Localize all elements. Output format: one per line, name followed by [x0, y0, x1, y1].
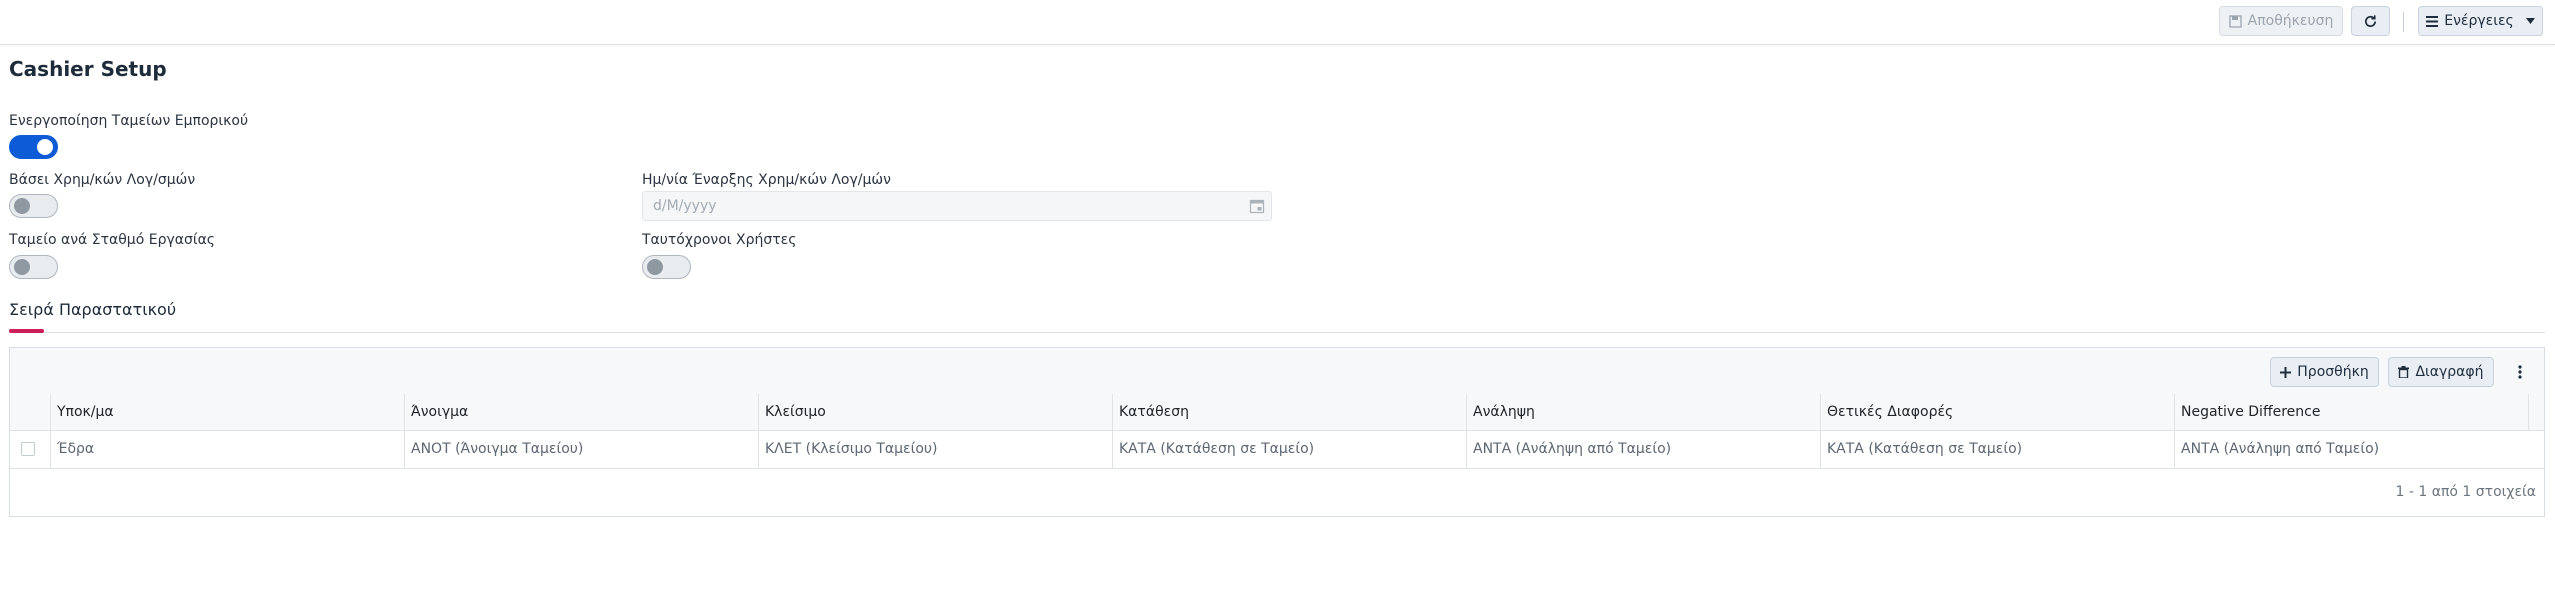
- toggle-knob: [14, 198, 30, 214]
- column-header-positive-diff[interactable]: Θετικές Διαφορές: [1820, 394, 2174, 430]
- grid-toolbar: Προσθήκη Διαγραφή: [10, 348, 2544, 395]
- refresh-button[interactable]: [2351, 6, 2390, 36]
- save-button[interactable]: Αποθήκευση: [2219, 6, 2343, 36]
- enable-cashiers-toggle[interactable]: [9, 135, 58, 159]
- enable-cashiers-label: Ενεργοποίηση Ταμείων Εμπορικού: [9, 113, 249, 129]
- column-header-opening[interactable]: Άνοιγμα: [404, 394, 758, 430]
- row-checkbox[interactable]: [21, 442, 35, 456]
- plus-icon: [2280, 366, 2292, 378]
- document-series-grid: Προσθήκη Διαγραφή Υποκ/μα Άνοιγμα Κλείσι…: [9, 347, 2545, 517]
- column-header-deposit[interactable]: Κατάθεση: [1112, 394, 1466, 430]
- delete-row-label: Διαγραφή: [2415, 364, 2484, 380]
- table-row[interactable]: Έδρα ΑΝΟΤ (Άνοιγμα Ταμείου) ΚΛΕΤ (Κλείσι…: [10, 430, 2544, 469]
- start-date-input[interactable]: d/M/yyyy: [642, 191, 1272, 221]
- menu-icon: [2426, 15, 2439, 27]
- tab-document-series[interactable]: Σειρά Παραστατικού: [9, 300, 176, 319]
- save-icon: [2229, 14, 2242, 28]
- financial-years-toggle[interactable]: [9, 194, 58, 218]
- header-scroll-gap: [2528, 394, 2544, 430]
- start-date-label: Ημ/νία Έναρξης Χρημ/κών Λογ/μών: [642, 172, 891, 188]
- column-header-closing[interactable]: Κλείσιμο: [758, 394, 1112, 430]
- save-button-label: Αποθήκευση: [2247, 13, 2334, 29]
- cell-withdrawal: ΑΝΤΑ (Ανάληψη από Ταμείο): [1466, 430, 1820, 468]
- actions-menu-label: Ενέργειες: [2444, 13, 2514, 29]
- column-header-withdrawal[interactable]: Ανάληψη: [1466, 394, 1820, 430]
- top-toolbar: Αποθήκευση Ενέργειες: [0, 0, 2555, 45]
- delete-row-button[interactable]: Διαγραφή: [2388, 357, 2494, 387]
- caret-down-icon: [2525, 18, 2535, 24]
- per-workstation-label: Ταμείο ανά Σταθμό Εργασίας: [9, 232, 216, 248]
- active-tab-indicator: [9, 329, 44, 333]
- actions-menu-button[interactable]: Ενέργειες: [2418, 6, 2543, 36]
- cell-branch: Έδρα: [50, 430, 404, 468]
- pager-info: 1 - 1 από 1 στοιχεία: [2395, 484, 2536, 500]
- calendar-icon[interactable]: [1249, 198, 1265, 214]
- add-row-label: Προσθήκη: [2297, 364, 2369, 380]
- refresh-icon: [2365, 14, 2377, 27]
- header-select-cell: [10, 394, 50, 430]
- grid-header-row: Υποκ/μα Άνοιγμα Κλείσιμο Κατάθεση Ανάληψ…: [10, 394, 2544, 431]
- start-date-placeholder: d/M/yyyy: [653, 198, 717, 214]
- toolbar-divider: [2403, 12, 2404, 32]
- add-row-button[interactable]: Προσθήκη: [2270, 357, 2379, 387]
- toggle-knob: [647, 259, 663, 275]
- column-header-branch[interactable]: Υποκ/μα: [50, 394, 404, 430]
- financial-years-label: Βάσει Χρημ/κών Λογ/σμών: [9, 172, 196, 188]
- concurrent-users-toggle[interactable]: [642, 255, 691, 279]
- cell-deposit: ΚΑΤΑ (Κατάθεση σε Ταμείο): [1112, 430, 1466, 468]
- cell-positive-diff: ΚΑΤΑ (Κατάθεση σε Ταμείο): [1820, 430, 2174, 468]
- column-header-negative-diff[interactable]: Negative Difference: [2174, 394, 2528, 430]
- per-workstation-toggle[interactable]: [9, 255, 58, 279]
- toggle-knob: [14, 259, 30, 275]
- row-select-cell: [10, 430, 50, 468]
- tab-strip-divider: [9, 332, 2545, 333]
- page-title: Cashier Setup: [9, 57, 167, 81]
- cell-opening: ΑΝΟΤ (Άνοιγμα Ταμείου): [404, 430, 758, 468]
- toggle-knob: [37, 139, 53, 155]
- cell-closing: ΚΛΕΤ (Κλείσιμο Ταμείου): [758, 430, 1112, 468]
- trash-icon: [2398, 366, 2410, 378]
- concurrent-users-label: Ταυτόχρονοι Χρήστες: [642, 232, 797, 248]
- cell-negative-diff: ΑΝΤΑ (Ανάληψη από Ταμείο): [2174, 430, 2528, 468]
- more-options-icon[interactable]: [2510, 362, 2530, 382]
